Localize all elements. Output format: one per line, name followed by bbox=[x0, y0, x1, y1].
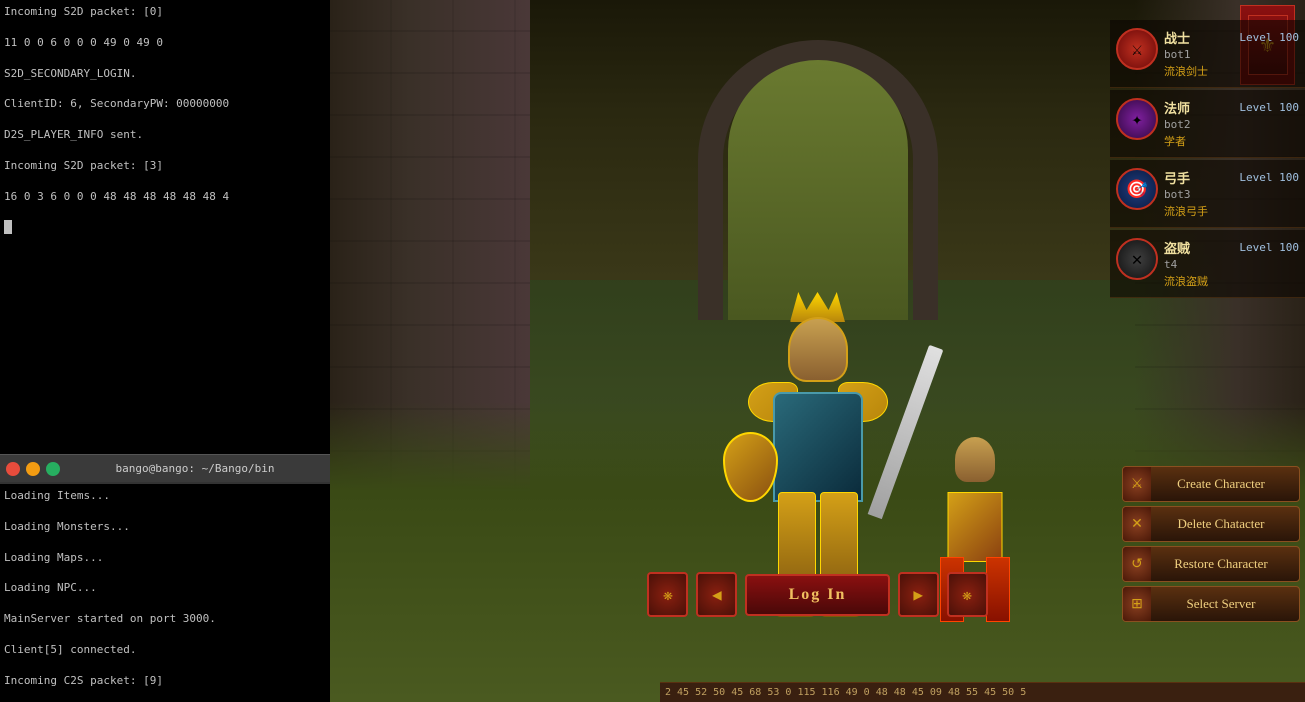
left-arrow-button[interactable]: ❋ bbox=[647, 572, 688, 617]
char-name-row-4: 盗贼 Level 100 bbox=[1164, 238, 1299, 257]
char-info-2: 法师 Level 100 bot2 学者 bbox=[1164, 98, 1299, 149]
char-bot-3: bot3 bbox=[1164, 188, 1299, 201]
restore-label: Restore Character bbox=[1151, 556, 1291, 572]
char-head bbox=[788, 317, 848, 382]
char-class-4: 盗贼 bbox=[1164, 238, 1190, 257]
status-bar: 2 45 52 50 45 68 53 0 115 116 49 0 48 48… bbox=[660, 682, 1305, 702]
char-bot-1: bot1 bbox=[1164, 48, 1299, 61]
char-level-4: Level 100 bbox=[1239, 241, 1299, 254]
restore-icon: ↺ bbox=[1123, 556, 1151, 573]
terminal-title: bango@bango: ~/Bango/bin bbox=[66, 462, 324, 475]
char-level-3: Level 100 bbox=[1239, 171, 1299, 184]
terminal-panel: Incoming S2D packet: [0] 11 0 0 6 0 0 0 … bbox=[0, 0, 330, 702]
term-line: Loading Monsters... bbox=[4, 519, 326, 534]
char-info-4: 盗贼 Level 100 t4 流浪盗贼 bbox=[1164, 238, 1299, 289]
character-item-4[interactable]: ✕ 盗贼 Level 100 t4 流浪盗贼 bbox=[1110, 230, 1305, 298]
terminal-maximize-button[interactable] bbox=[46, 462, 60, 476]
terminal-bottom-output: Loading Items... Loading Monsters... Loa… bbox=[0, 482, 330, 702]
term-line: Incoming S2D packet: [0] bbox=[4, 4, 326, 19]
char-subtitle-3: 流浪弓手 bbox=[1164, 203, 1299, 219]
bottom-bar: ❋ ◀ Log In ▶ ❋ bbox=[648, 567, 988, 622]
char-class-3: 弓手 bbox=[1164, 168, 1190, 187]
char-info-3: 弓手 Level 100 bot3 流浪弓手 bbox=[1164, 168, 1299, 219]
char-torso bbox=[773, 392, 863, 502]
restore-character-button[interactable]: ↺ Restore Character bbox=[1122, 546, 1300, 582]
delete-character-button[interactable]: ✕ Delete Chatacter bbox=[1122, 506, 1300, 542]
character-item-3[interactable]: 🎯 弓手 Level 100 bot3 流浪弓手 bbox=[1110, 160, 1305, 228]
right-nav-icon: ▶ bbox=[913, 585, 923, 604]
right-char-button[interactable]: ▶ bbox=[898, 572, 939, 617]
term-line: ClientID: 6, SecondaryPW: 00000000 bbox=[4, 96, 326, 111]
terminal-close-button[interactable] bbox=[6, 462, 20, 476]
create-icon: ⚔ bbox=[1123, 476, 1151, 493]
login-button[interactable]: Log In bbox=[745, 574, 889, 616]
sec-torso bbox=[948, 492, 1003, 562]
select-server-button[interactable]: ⊞ Select Server bbox=[1122, 586, 1300, 622]
sec-leg-right bbox=[986, 557, 1010, 622]
server-icon: ⊞ bbox=[1123, 596, 1151, 613]
term-line-highlight: MainServer started on port 3000. bbox=[4, 611, 326, 626]
rogue-class-icon: ✕ bbox=[1116, 238, 1158, 280]
select-server-label: Select Server bbox=[1151, 596, 1291, 612]
term-line: Incoming C2S packet: [9] bbox=[4, 673, 326, 688]
action-buttons: ⚔ Create Character ✕ Delete Chatacter ↺ … bbox=[1122, 466, 1300, 622]
char-body bbox=[718, 242, 918, 622]
create-label: Create Character bbox=[1151, 476, 1291, 492]
char-level-2: Level 100 bbox=[1239, 101, 1299, 114]
char-name-row-3: 弓手 Level 100 bbox=[1164, 168, 1299, 187]
delete-icon: ✕ bbox=[1123, 516, 1151, 533]
terminal-titlebar: bango@bango: ~/Bango/bin bbox=[0, 454, 330, 482]
char-bot-4: t4 bbox=[1164, 258, 1299, 271]
left-nav-icon: ◀ bbox=[712, 585, 722, 604]
rogue-icon-glyph: ✕ bbox=[1132, 249, 1143, 270]
terminal-minimize-button[interactable] bbox=[26, 462, 40, 476]
char-subtitle-2: 学者 bbox=[1164, 133, 1299, 149]
left-char-button[interactable]: ◀ bbox=[696, 572, 737, 617]
right-arrow-button[interactable]: ❋ bbox=[947, 572, 988, 617]
character-list: ⚔ 战士 Level 100 bot1 流浪剑士 ✦ 法师 Level 100 bbox=[1110, 20, 1305, 300]
char-subtitle-1: 流浪剑士 bbox=[1164, 63, 1299, 79]
warrior-class-icon: ⚔ bbox=[1116, 28, 1158, 70]
status-text: 2 45 52 50 45 68 53 0 115 116 49 0 48 48… bbox=[665, 687, 1026, 698]
mage-class-icon: ✦ bbox=[1116, 98, 1158, 140]
term-line: Loading Items... bbox=[4, 488, 326, 503]
delete-label: Delete Chatacter bbox=[1151, 516, 1291, 532]
term-line: 11 0 0 6 0 0 0 49 0 49 0 bbox=[4, 35, 326, 50]
archer-class-icon: 🎯 bbox=[1116, 168, 1158, 210]
character-item-1[interactable]: ⚔ 战士 Level 100 bot1 流浪剑士 bbox=[1110, 20, 1305, 88]
char-subtitle-4: 流浪盗贼 bbox=[1164, 273, 1299, 289]
char-level-1: Level 100 bbox=[1239, 31, 1299, 44]
term-line: 16 0 3 6 0 0 0 48 48 48 48 48 48 4 bbox=[4, 189, 326, 204]
main-character bbox=[718, 242, 918, 622]
term-line: Loading NPC... bbox=[4, 580, 326, 595]
char-class-2: 法师 bbox=[1164, 98, 1190, 117]
char-info-1: 战士 Level 100 bot1 流浪剑士 bbox=[1164, 28, 1299, 79]
sec-head bbox=[955, 437, 995, 482]
char-bot-2: bot2 bbox=[1164, 118, 1299, 131]
term-line: Client[5] connected. bbox=[4, 642, 326, 657]
mage-icon-glyph: ✦ bbox=[1132, 109, 1143, 130]
character-item-2[interactable]: ✦ 法师 Level 100 bot2 学者 bbox=[1110, 90, 1305, 158]
char-name-row-2: 法师 Level 100 bbox=[1164, 98, 1299, 117]
archer-icon-glyph: 🎯 bbox=[1126, 179, 1148, 200]
term-line: Loading Maps... bbox=[4, 550, 326, 565]
term-line: D2S_PLAYER_INFO sent. bbox=[4, 127, 326, 142]
create-character-button[interactable]: ⚔ Create Character bbox=[1122, 466, 1300, 502]
warrior-icon-glyph: ⚔ bbox=[1132, 39, 1143, 60]
term-line: S2D_SECONDARY_LOGIN. bbox=[4, 66, 326, 81]
char-shield bbox=[723, 432, 778, 502]
char-class-1: 战士 bbox=[1164, 28, 1190, 47]
term-line: Incoming S2D packet: [3] bbox=[4, 158, 326, 173]
left-dragon-icon: ❋ bbox=[663, 585, 673, 604]
terminal-top-output: Incoming S2D packet: [0] 11 0 0 6 0 0 0 … bbox=[0, 0, 330, 454]
right-dragon-icon: ❋ bbox=[962, 585, 972, 604]
char-name-row-1: 战士 Level 100 bbox=[1164, 28, 1299, 47]
